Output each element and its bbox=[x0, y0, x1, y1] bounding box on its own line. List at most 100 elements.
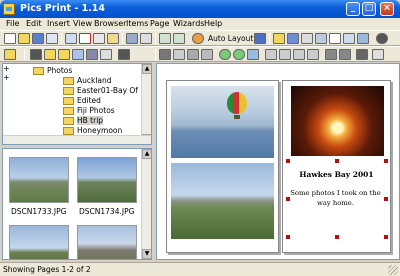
scroll-up-icon[interactable]: ▲ bbox=[142, 64, 151, 74]
save-icon[interactable] bbox=[32, 33, 44, 44]
minimize-button[interactable]: _ bbox=[346, 2, 360, 16]
status-text: Showing Pages 1-2 of 2 bbox=[3, 265, 91, 274]
rotate-right-icon[interactable] bbox=[233, 49, 245, 60]
folder-new-icon[interactable] bbox=[58, 49, 70, 60]
tool-icon[interactable] bbox=[30, 49, 42, 60]
auto-layout-icon[interactable] bbox=[192, 33, 204, 44]
resize-handle[interactable] bbox=[286, 159, 290, 163]
open-icon[interactable] bbox=[18, 33, 30, 44]
scroll-up-icon[interactable]: ▲ bbox=[142, 149, 151, 159]
refresh-folder-icon[interactable] bbox=[72, 49, 84, 60]
resize-handle[interactable] bbox=[286, 235, 290, 239]
properties-icon[interactable] bbox=[126, 33, 138, 44]
copy-icon[interactable] bbox=[93, 33, 105, 44]
tree-vertical-scrollbar[interactable]: ▲ ▼ bbox=[141, 64, 151, 144]
rotate-left-icon[interactable] bbox=[219, 49, 231, 60]
thumbnail-label: DSCN1733.JPG bbox=[11, 207, 67, 216]
resize-handle[interactable] bbox=[335, 159, 339, 163]
photo-thumbnail[interactable] bbox=[9, 157, 69, 203]
menu-browser[interactable]: Browser bbox=[94, 19, 126, 28]
page-1[interactable] bbox=[166, 80, 279, 253]
photo-balloon-over-lake[interactable] bbox=[171, 86, 274, 158]
folder-icon bbox=[63, 127, 74, 135]
paste-icon[interactable] bbox=[107, 33, 119, 44]
page-icon[interactable] bbox=[329, 33, 341, 44]
tree-item-photos[interactable]: Photos bbox=[33, 66, 72, 76]
resize-handle[interactable] bbox=[384, 159, 388, 163]
menu-insert[interactable]: Insert bbox=[47, 19, 70, 28]
thumbnail-vertical-scrollbar[interactable]: ▲ ▼ bbox=[141, 149, 151, 259]
maximize-button[interactable]: □ bbox=[362, 2, 376, 16]
thumbnails-view-icon[interactable] bbox=[86, 49, 98, 60]
layout-grid-icon[interactable] bbox=[254, 33, 266, 44]
tree-item-hb-trip[interactable]: HB trip bbox=[63, 116, 104, 126]
tree-item-easter01[interactable]: Easter01-Bay Of Islan bbox=[63, 86, 151, 96]
tree-item-auckland[interactable]: Auckland bbox=[63, 76, 112, 86]
caption-title[interactable]: Hawkes Bay 2001 bbox=[283, 170, 390, 179]
folder-icon bbox=[63, 97, 74, 105]
favorites-star-icon[interactable] bbox=[4, 49, 16, 60]
resize-handle[interactable] bbox=[286, 197, 290, 201]
redo-icon[interactable] bbox=[173, 33, 185, 44]
caption-text[interactable]: Some photos I took on the way home. bbox=[289, 188, 382, 208]
bring-front-icon[interactable] bbox=[325, 49, 337, 60]
align-right-icon[interactable] bbox=[293, 49, 305, 60]
resize-handle[interactable] bbox=[384, 235, 388, 239]
frame-icon[interactable] bbox=[343, 33, 355, 44]
folder-up-icon[interactable] bbox=[44, 49, 56, 60]
align-center-icon[interactable] bbox=[279, 49, 291, 60]
resize-grip-icon[interactable] bbox=[388, 265, 398, 275]
folder-icon bbox=[63, 77, 74, 85]
folder-icon[interactable] bbox=[273, 33, 285, 44]
photo-thumbnail[interactable] bbox=[77, 225, 137, 259]
menu-edit[interactable]: Edit bbox=[26, 19, 42, 28]
photo-thumbnail[interactable] bbox=[9, 225, 69, 259]
tree-item-label: Honeymoon bbox=[77, 126, 123, 135]
text-box-icon[interactable] bbox=[301, 33, 313, 44]
flip-icon[interactable] bbox=[247, 49, 259, 60]
select-tool-icon[interactable] bbox=[159, 49, 171, 60]
new-icon[interactable] bbox=[4, 33, 16, 44]
align-left-icon[interactable] bbox=[265, 49, 277, 60]
undo-icon[interactable] bbox=[159, 33, 171, 44]
image-icon[interactable] bbox=[287, 33, 299, 44]
toolbar-separator bbox=[155, 49, 156, 60]
filter-icon[interactable] bbox=[118, 49, 130, 60]
menu-items[interactable]: Items bbox=[126, 19, 148, 28]
photo-thumbnail[interactable] bbox=[77, 157, 137, 203]
tree-item-fiji-photos[interactable]: Fiji Photos bbox=[63, 106, 115, 116]
page-2[interactable]: Hawkes Bay 2001 Some photos I took on th… bbox=[282, 80, 391, 253]
status-bar: Showing Pages 1-2 of 2 bbox=[0, 262, 400, 276]
delete-icon[interactable] bbox=[79, 33, 91, 44]
resize-handle[interactable] bbox=[335, 235, 339, 239]
text-tool-icon[interactable] bbox=[173, 49, 185, 60]
photo-landscape[interactable] bbox=[171, 163, 274, 239]
scroll-down-icon[interactable]: ▼ bbox=[142, 249, 151, 259]
page-setup-icon[interactable] bbox=[140, 33, 152, 44]
photo-sunset[interactable] bbox=[291, 86, 384, 156]
menu-page[interactable]: Page bbox=[150, 19, 169, 28]
arrow-right-icon[interactable] bbox=[315, 33, 327, 44]
tree-horizontal-scrollbar[interactable] bbox=[3, 135, 151, 144]
toolbar-separator bbox=[122, 33, 123, 44]
menu-view[interactable]: View bbox=[73, 19, 92, 28]
resize-handle[interactable] bbox=[384, 197, 388, 201]
align-top-icon[interactable] bbox=[307, 49, 319, 60]
menu-file[interactable]: File bbox=[6, 19, 19, 28]
expand-icon[interactable]: + bbox=[3, 64, 151, 73]
print-icon[interactable] bbox=[46, 33, 58, 44]
crop-tool-icon[interactable] bbox=[201, 49, 213, 60]
send-back-icon[interactable] bbox=[339, 49, 351, 60]
menu-wizards[interactable]: Wizards bbox=[173, 19, 204, 28]
close-button[interactable]: × bbox=[380, 2, 394, 16]
border-style-icon[interactable] bbox=[356, 49, 368, 60]
more-options-icon[interactable] bbox=[372, 49, 384, 60]
record-icon[interactable] bbox=[376, 33, 388, 44]
pages-icon[interactable] bbox=[357, 33, 369, 44]
auto-layout-label[interactable]: Auto Layout bbox=[208, 34, 253, 43]
details-view-icon[interactable] bbox=[100, 49, 112, 60]
shape-tool-icon[interactable] bbox=[187, 49, 199, 60]
cut-icon[interactable] bbox=[65, 33, 77, 44]
tree-item-edited[interactable]: Edited bbox=[63, 96, 101, 106]
menu-help[interactable]: Help bbox=[204, 19, 222, 28]
